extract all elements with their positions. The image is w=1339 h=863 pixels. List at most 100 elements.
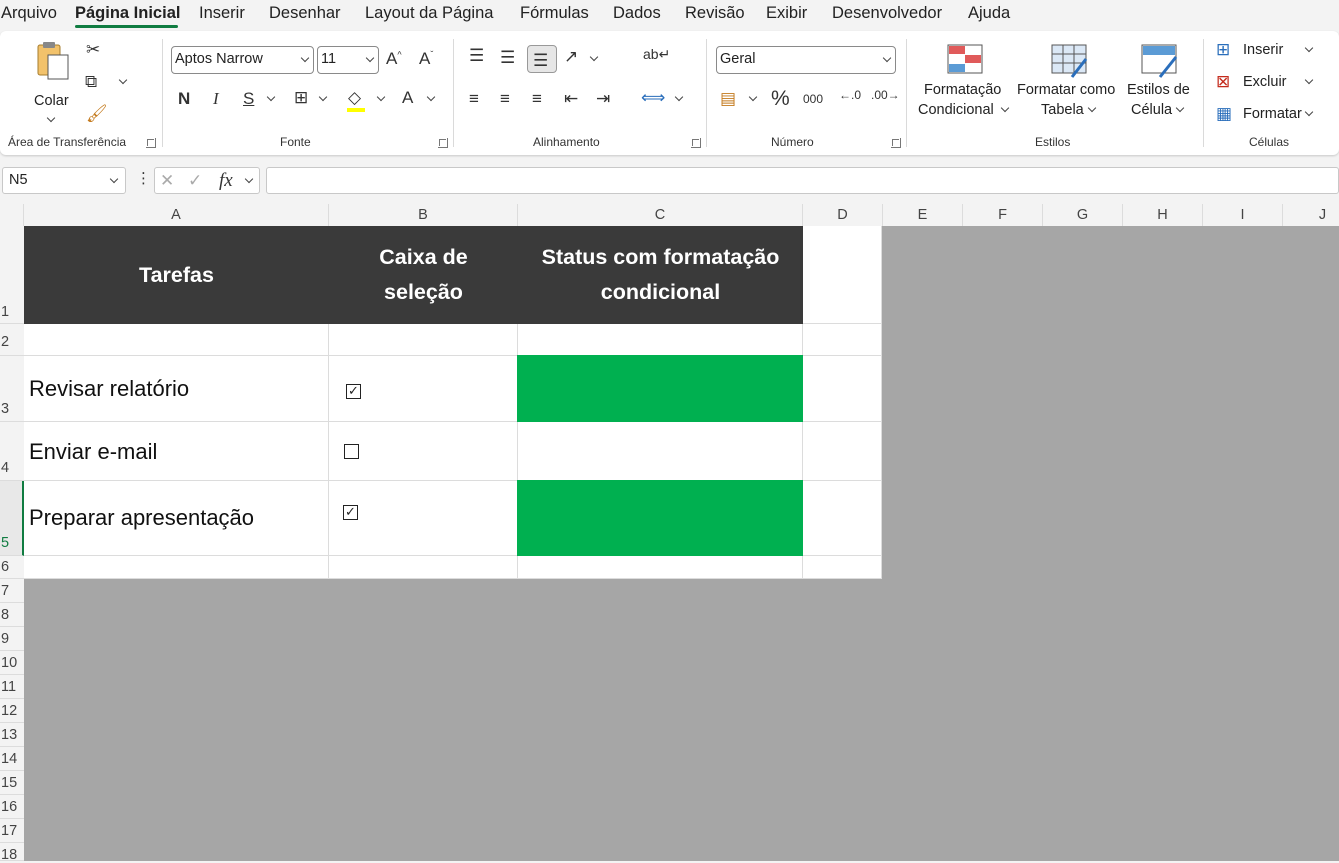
underline-button[interactable]: S bbox=[243, 90, 254, 107]
conditional-formatting-button[interactable]: Formatação Condicional bbox=[916, 41, 1012, 133]
format-painter-icon[interactable]: 🖌 bbox=[86, 105, 108, 122]
status-green-fill[interactable] bbox=[517, 480, 803, 556]
increase-decimal-icon[interactable]: ←.0 bbox=[839, 89, 861, 101]
cell-a4[interactable]: Enviar e-mail bbox=[24, 422, 329, 481]
thousands-separator-button[interactable]: 000 bbox=[803, 93, 823, 105]
chevron-down-icon[interactable] bbox=[244, 174, 254, 184]
chevron-down-icon[interactable] bbox=[376, 92, 386, 102]
row-header-4[interactable]: 4 bbox=[0, 422, 24, 481]
cell-b2[interactable] bbox=[329, 324, 518, 356]
borders-icon[interactable]: ⊞ bbox=[294, 89, 308, 106]
number-format-select[interactable]: Geral bbox=[716, 46, 896, 74]
font-color-icon[interactable]: A bbox=[402, 89, 413, 106]
header-caixa-de-selecao[interactable]: Caixa de seleção bbox=[329, 226, 518, 324]
cell-d1[interactable] bbox=[803, 226, 882, 324]
copy-icon[interactable]: ⧉ bbox=[85, 73, 97, 90]
row-header-16[interactable]: 16 bbox=[0, 795, 24, 819]
row-header-5[interactable]: 5 bbox=[0, 481, 24, 556]
row-header-10[interactable]: 10 bbox=[0, 651, 24, 675]
row-header-2[interactable]: 2 bbox=[0, 324, 24, 356]
font-name-select[interactable]: Aptos Narrow bbox=[171, 46, 314, 74]
cell-d6[interactable] bbox=[803, 556, 882, 579]
cell-d5[interactable] bbox=[803, 481, 882, 556]
cell-a2[interactable] bbox=[24, 324, 329, 356]
status-green-fill[interactable] bbox=[517, 355, 803, 422]
tab-ajuda[interactable]: Ajuda bbox=[968, 4, 1010, 23]
row-header-18[interactable]: 18 bbox=[0, 843, 24, 863]
tab-formulas[interactable]: Fórmulas bbox=[520, 4, 589, 23]
tab-dados[interactable]: Dados bbox=[613, 4, 661, 23]
row-header-11[interactable]: 11 bbox=[0, 675, 24, 699]
row-header-14[interactable]: 14 bbox=[0, 747, 24, 771]
row-header-6[interactable]: 6 bbox=[0, 556, 24, 579]
row-header-17[interactable]: 17 bbox=[0, 819, 24, 843]
header-status[interactable]: Status com formatação condicional bbox=[518, 226, 803, 324]
accounting-format-icon[interactable]: ▤ bbox=[720, 90, 736, 107]
task-checkbox[interactable]: ✓ bbox=[346, 384, 361, 399]
cell-styles-button[interactable]: Estilos de Célula bbox=[1126, 41, 1196, 133]
select-all-corner[interactable] bbox=[0, 204, 24, 226]
column-header-c[interactable]: C bbox=[518, 204, 803, 226]
fill-color-icon[interactable]: ◇ bbox=[348, 89, 361, 106]
column-header-g[interactable]: G bbox=[1043, 204, 1123, 226]
format-as-table-button[interactable]: Formatar como Tabela bbox=[1017, 41, 1123, 133]
header-tarefas[interactable]: Tarefas bbox=[24, 226, 329, 324]
cell-a5[interactable]: Preparar apresentação bbox=[24, 481, 329, 556]
tab-arquivo[interactable]: Arquivo bbox=[1, 4, 57, 23]
chevron-down-icon[interactable] bbox=[589, 52, 599, 62]
tab-desenhar[interactable]: Desenhar bbox=[269, 4, 341, 23]
wrap-text-icon[interactable]: ab↵ bbox=[643, 47, 670, 61]
align-left-icon[interactable]: ≡ bbox=[469, 90, 479, 107]
align-right-icon[interactable]: ≡ bbox=[532, 90, 542, 107]
cell-d3[interactable] bbox=[803, 356, 882, 422]
row-header-12[interactable]: 12 bbox=[0, 699, 24, 723]
column-header-a[interactable]: A bbox=[24, 204, 329, 226]
column-header-j[interactable]: J bbox=[1283, 204, 1339, 226]
tab-inserir[interactable]: Inserir bbox=[199, 4, 245, 23]
chevron-down-icon[interactable] bbox=[674, 92, 684, 102]
more-options-icon[interactable]: ⋮ bbox=[136, 171, 151, 186]
cell-d4[interactable] bbox=[803, 422, 882, 481]
cell-c2[interactable] bbox=[518, 324, 803, 356]
cell-a3[interactable]: Revisar relatório bbox=[24, 356, 329, 422]
dialog-launcher-icon[interactable] bbox=[691, 138, 701, 148]
task-checkbox[interactable] bbox=[344, 444, 359, 459]
align-center-icon[interactable]: ≡ bbox=[500, 90, 510, 107]
dialog-launcher-icon[interactable] bbox=[891, 138, 901, 148]
decrease-font-icon[interactable]: Aˇ bbox=[419, 50, 433, 67]
column-header-h[interactable]: H bbox=[1123, 204, 1203, 226]
decrease-decimal-icon[interactable]: .00→ bbox=[871, 89, 900, 101]
bold-button[interactable]: N bbox=[178, 90, 190, 107]
tab-revisao[interactable]: Revisão bbox=[685, 4, 745, 23]
cell-a6[interactable] bbox=[24, 556, 329, 579]
cell-b3[interactable]: ✓ bbox=[329, 356, 518, 422]
cell-d2[interactable] bbox=[803, 324, 882, 356]
chevron-down-icon[interactable] bbox=[426, 92, 436, 102]
formula-input[interactable] bbox=[266, 167, 1339, 194]
row-header-15[interactable]: 15 bbox=[0, 771, 24, 795]
align-top-icon[interactable]: ☰ bbox=[469, 47, 484, 64]
font-size-select[interactable]: 11 bbox=[317, 46, 379, 74]
insert-cells-button[interactable]: ⊞ Inserir bbox=[1216, 39, 1322, 63]
cut-icon[interactable]: ✂ bbox=[86, 41, 100, 58]
row-header-8[interactable]: 8 bbox=[0, 603, 24, 627]
enter-icon[interactable]: ✓ bbox=[188, 172, 202, 189]
paste-button[interactable]: Colar bbox=[30, 39, 74, 123]
row-header-13[interactable]: 13 bbox=[0, 723, 24, 747]
cell-c4[interactable] bbox=[518, 422, 803, 481]
row-header-9[interactable]: 9 bbox=[0, 627, 24, 651]
name-box[interactable]: N5 bbox=[2, 167, 126, 194]
cell-b5[interactable]: ✓ bbox=[329, 481, 518, 556]
tab-exibir[interactable]: Exibir bbox=[766, 4, 807, 23]
percent-button[interactable]: % bbox=[771, 88, 790, 109]
increase-indent-icon[interactable]: ⇥ bbox=[596, 90, 610, 107]
chevron-down-icon[interactable] bbox=[748, 92, 758, 102]
cell-b4[interactable] bbox=[329, 422, 518, 481]
tab-desenvolvedor[interactable]: Desenvolvedor bbox=[832, 4, 942, 23]
column-header-i[interactable]: I bbox=[1203, 204, 1283, 226]
cancel-icon[interactable]: ✕ bbox=[160, 172, 174, 189]
column-header-e[interactable]: E bbox=[883, 204, 963, 226]
tab-pagina-inicial[interactable]: Página Inicial bbox=[75, 4, 180, 23]
merge-center-icon[interactable]: ⟺ bbox=[641, 89, 665, 106]
cell-b6[interactable] bbox=[329, 556, 518, 579]
